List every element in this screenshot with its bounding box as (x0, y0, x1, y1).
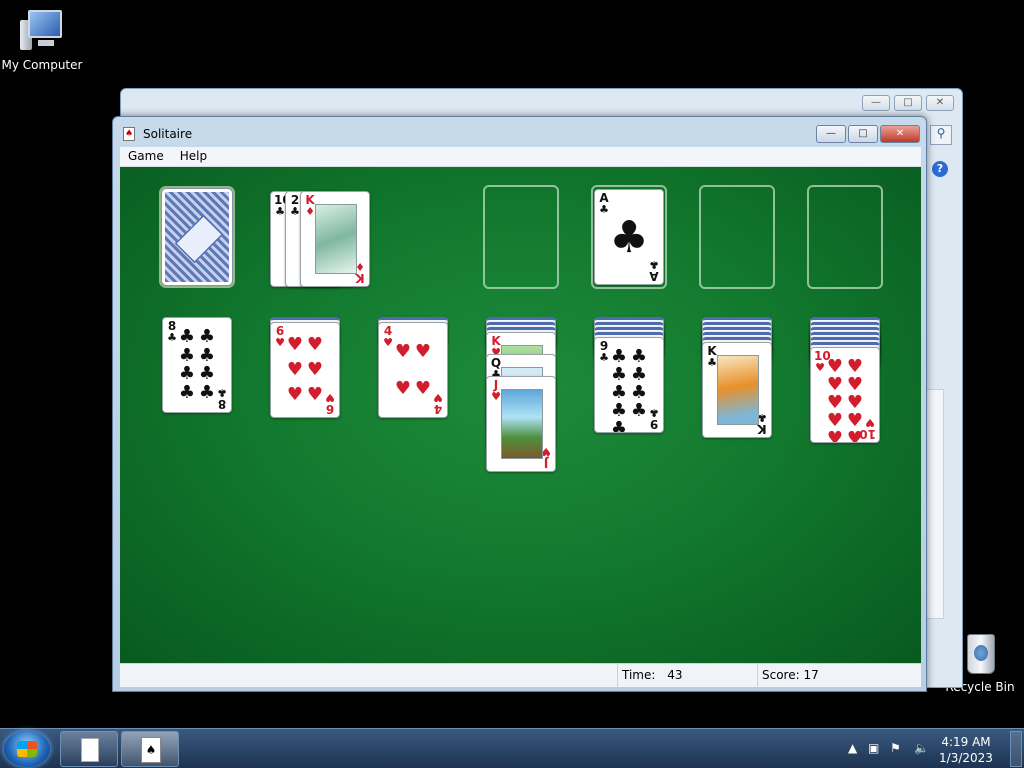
clock-time: 4:19 AM (941, 735, 991, 749)
close-button[interactable]: ✕ (880, 125, 920, 143)
desktop: My Computer Recycle Bin — □ ✕ ⚲ ? ♠ Soli… (0, 0, 1024, 768)
my-computer-label: My Computer (1, 58, 83, 72)
show-hidden-icons-icon[interactable]: ▲ (848, 741, 857, 755)
tableau-card[interactable]: J ♥ J ♥ (486, 376, 556, 472)
score-value: 17 (803, 668, 819, 682)
tableau-card[interactable]: 9 ♣ 9 ♣ ♣ ♣ ♣ ♣ ♣ ♣ ♣ ♣ ♣ (594, 337, 664, 433)
tableau-card[interactable]: 8 ♣ 8 ♣ ♣ ♣ ♣ ♣ ♣ ♣ ♣ ♣ (162, 317, 232, 413)
court-card-art (717, 355, 759, 425)
game-board[interactable]: 10♣10♣♣♣♣♣♣♣♣♣♣♣2♣2♣♣♣K♦K♦A♣A♣♣8♣8♣♣♣♣♣♣… (120, 167, 921, 663)
network-icon[interactable]: ▣ (868, 741, 879, 755)
document-icon (81, 738, 99, 762)
court-card-art (315, 204, 357, 274)
show-desktop-button[interactable] (1010, 731, 1022, 767)
foundation-slot-empty[interactable] (807, 185, 883, 289)
menu-help[interactable]: Help (172, 147, 215, 166)
bg-side-panel (926, 389, 944, 619)
search-icon[interactable]: ⚲ (930, 125, 952, 145)
foundation-card[interactable]: A ♣ A ♣ ♣ (594, 189, 664, 285)
time-label: Time: (622, 668, 656, 682)
title-bar[interactable]: ♠ Solitaire — □ ✕ (113, 117, 926, 147)
stock-pile[interactable] (161, 188, 233, 286)
bg-close-button[interactable]: ✕ (926, 95, 954, 111)
action-center-flag-icon[interactable]: ⚑ (890, 741, 901, 755)
bg-minimize-button[interactable]: — (862, 95, 890, 111)
time-value: 43 (667, 668, 683, 682)
tableau-card[interactable]: 6 ♥ 6 ♥ ♥ ♥ ♥ ♥ ♥ ♥ (270, 322, 340, 418)
my-computer-shortcut[interactable]: My Computer (0, 8, 84, 72)
maximize-button[interactable]: □ (848, 125, 878, 143)
solitaire-window[interactable]: ♠ Solitaire — □ ✕ Game Help 10♣10♣♣♣♣♣♣♣… (112, 116, 927, 692)
tableau-card[interactable]: K ♣ K ♣ (702, 342, 772, 438)
taskbar-notepad-button[interactable] (60, 731, 118, 767)
bg-maximize-button[interactable]: □ (894, 95, 922, 111)
clock[interactable]: 4:19 AM 1/3/2023 (938, 734, 994, 766)
solitaire-taskbar-icon: ♠ (141, 737, 161, 763)
foundation-slot-empty[interactable] (699, 185, 775, 289)
status-bar: Time: 43 Score: 17 (120, 663, 921, 688)
tableau-card[interactable]: 10 ♥ 10 ♥ ♥ ♥ ♥ ♥ ♥ ♥ ♥ ♥ ♥ ♥ (810, 347, 880, 443)
computer-icon (18, 8, 66, 54)
court-card-art (501, 389, 543, 459)
clock-date: 1/3/2023 (939, 751, 993, 765)
minimize-button[interactable]: — (816, 125, 846, 143)
taskbar: ♠ ▲ ▣ ⚑ 🔈 4:19 AM 1/3/2023 (0, 728, 1024, 768)
waste-card[interactable]: K ♦ K ♦ (300, 191, 370, 287)
start-button[interactable] (4, 731, 50, 767)
solitaire-app-icon: ♠ (123, 127, 135, 141)
tableau-card[interactable]: 4 ♥ 4 ♥ ♥ ♥ ♥ ♥ (378, 322, 448, 418)
recycle-bin-icon (963, 630, 997, 676)
volume-icon[interactable]: 🔈 (914, 741, 929, 755)
menu-game[interactable]: Game (120, 147, 172, 166)
score-label: Score: (762, 668, 800, 682)
foundation-slot-empty[interactable] (483, 185, 559, 289)
taskbar-solitaire-button[interactable]: ♠ (121, 731, 179, 767)
window-title: Solitaire (143, 127, 193, 141)
menu-bar: Game Help (120, 147, 921, 167)
help-icon[interactable]: ? (932, 161, 948, 177)
